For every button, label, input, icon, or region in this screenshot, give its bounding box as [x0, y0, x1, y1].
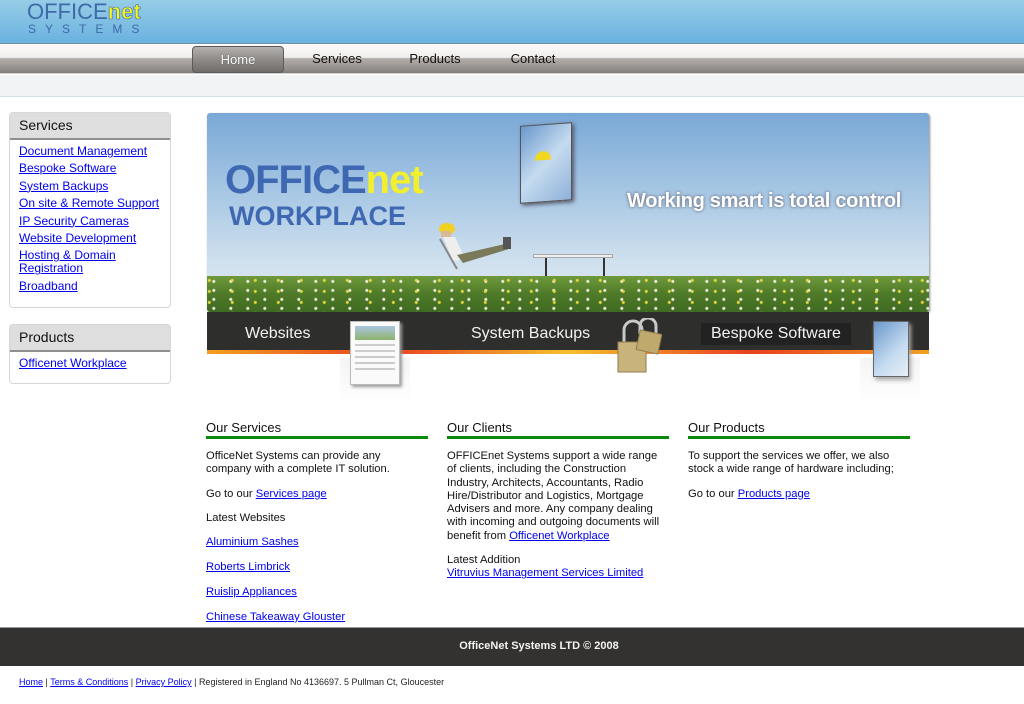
footer-link-privacy[interactable]: Privacy Policy: [136, 677, 192, 687]
latest-websites-label: Latest Websites: [206, 511, 286, 524]
officenet-workplace-link[interactable]: Officenet Workplace: [509, 530, 609, 542]
nav-contact[interactable]: Contact: [492, 46, 574, 73]
footer-links: Home | Terms & Conditions | Privacy Poli…: [19, 677, 445, 687]
latest-website-link[interactable]: Chinese Takeaway Glouster: [206, 611, 345, 623]
services-page-link[interactable]: Services page: [256, 488, 327, 500]
software-box-icon: [873, 321, 909, 377]
sidebar-link-bespoke-software[interactable]: Bespoke Software: [19, 161, 116, 175]
padlock-icon: [617, 318, 662, 373]
banner-title-officenet: OFFICEnet: [225, 158, 424, 202]
sidebar-link-ip-cameras[interactable]: IP Security Cameras: [19, 214, 129, 228]
sidebar-link-officenet-workplace[interactable]: Officenet Workplace: [19, 356, 127, 370]
our-clients-intro: OFFICEnet Systems support a wide range o…: [447, 450, 660, 542]
products-goto: Go to our Products page: [688, 487, 810, 500]
our-clients-section: Our Clients OFFICEnet Systems support a …: [447, 420, 669, 581]
footer-link-home[interactable]: Home: [19, 677, 43, 687]
our-products-heading: Our Products: [688, 420, 910, 439]
banner-tagline: Working smart is total control: [627, 190, 901, 212]
product-box-image: [520, 122, 572, 204]
nav-home[interactable]: Home: [192, 46, 284, 73]
latest-website-link[interactable]: Ruislip Appliances: [206, 586, 297, 598]
sidebar-products-title: Products: [10, 325, 170, 352]
site-logo[interactable]: OFFICEnet SYSTEMS: [27, 0, 157, 36]
feature-websites[interactable]: Websites: [245, 325, 311, 343]
our-services-heading: Our Services: [206, 420, 428, 439]
sidebar-link-system-backups[interactable]: System Backups: [19, 179, 108, 193]
logo-systems-text: SYSTEMS: [28, 22, 149, 36]
hero-banner[interactable]: OFFICEnet WORKPLACE Working smart is tot…: [207, 113, 929, 312]
our-clients-heading: Our Clients: [447, 420, 669, 439]
website-pages-icon: [350, 321, 400, 385]
latest-addition-label: Latest Addition: [447, 554, 521, 567]
feature-strip: Websites System Backups Bespoke Software: [207, 312, 929, 354]
footer-copyright: OfficeNet Systems LTD © 2008: [459, 640, 619, 652]
logo-office-text: OFFICE: [27, 0, 108, 24]
banner-title-workplace: WORKPLACE: [229, 201, 406, 231]
footer-link-terms[interactable]: Terms & Conditions: [50, 677, 128, 687]
sidebar-link-hosting-domain[interactable]: Hosting & Domain Registration: [19, 248, 116, 275]
logo-net-text: net: [107, 0, 141, 24]
latest-website-link[interactable]: Roberts Limbrick: [206, 561, 290, 573]
main-nav: Home Services Products Contact: [0, 45, 1024, 74]
footer-bar: OfficeNet Systems LTD © 2008: [0, 627, 1024, 666]
sidebar-services-list: Document Management Bespoke Software Sys…: [10, 140, 170, 303]
our-services-section: Our Services OfficeNet Systems can provi…: [206, 420, 428, 636]
sidebar-link-document-management[interactable]: Document Management: [19, 144, 147, 158]
services-goto: Go to our Services page: [206, 487, 327, 500]
products-page-link[interactable]: Products page: [738, 488, 810, 500]
latest-website-link[interactable]: Aluminium Sashes: [206, 536, 299, 548]
sidebar-products-list: Officenet Workplace: [10, 352, 170, 380]
latest-addition-link[interactable]: Vitruvius Management Services Limited: [447, 567, 643, 579]
our-services-intro: OfficeNet Systems can provide any compan…: [206, 450, 390, 476]
relaxing-man-image: [439, 223, 511, 270]
sidebar-services-box: Services Document Management Bespoke Sof…: [9, 112, 171, 308]
footer-registration: Registered in England No 4136697. 5 Pull…: [198, 677, 445, 687]
sidebar-products-box: Products Officenet Workplace: [9, 324, 171, 384]
sidebar-link-broadband[interactable]: Broadband: [19, 279, 78, 293]
our-products-section: Our Products To support the services we …: [688, 420, 910, 512]
sidebar-services-title: Services: [10, 113, 170, 140]
site-header: OFFICEnet SYSTEMS: [0, 0, 1024, 44]
sub-header-bar: [0, 75, 1024, 97]
feature-bespoke-software[interactable]: Bespoke Software: [701, 323, 851, 345]
feature-system-backups[interactable]: System Backups: [471, 325, 590, 343]
nav-products[interactable]: Products: [394, 46, 476, 73]
sidebar-link-website-development[interactable]: Website Development: [19, 231, 136, 245]
our-products-intro: To support the services we offer, we als…: [688, 450, 894, 476]
sidebar-link-remote-support[interactable]: On site & Remote Support: [19, 196, 159, 210]
grass-image: [207, 276, 929, 312]
nav-services[interactable]: Services: [296, 46, 378, 73]
